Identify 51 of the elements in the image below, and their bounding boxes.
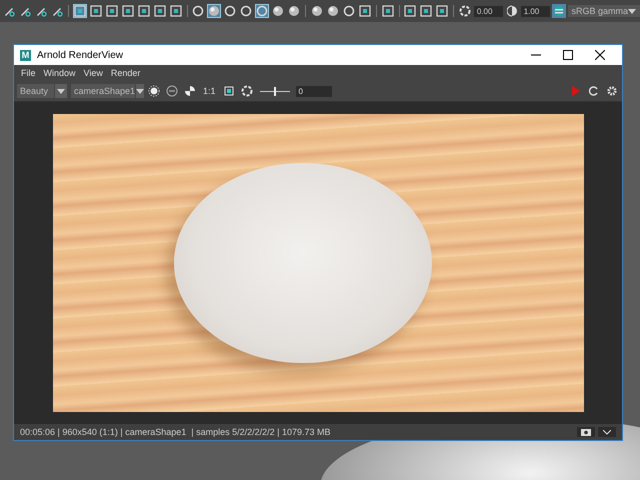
circle-icon[interactable]	[191, 4, 206, 18]
crop-icon[interactable]	[222, 84, 236, 98]
square-icon[interactable]	[152, 4, 167, 18]
circle-icon[interactable]	[255, 4, 270, 18]
slider-thumb[interactable]	[274, 86, 276, 96]
square-icon[interactable]	[168, 4, 183, 18]
chevron-icon[interactable]	[598, 427, 616, 437]
window-title: Arnold RenderView	[37, 50, 123, 60]
caret-icon	[136, 88, 144, 94]
circle-icon[interactable]	[342, 4, 356, 18]
circle-icon[interactable]	[223, 4, 238, 18]
caret-icon	[57, 88, 65, 94]
status-text: 00:05:06 | 960x540 (1:1) | cameraShape1 | samples 5/2/2/2/2/2 | 1079.73 MB	[20, 427, 331, 437]
render-region-icon[interactable]	[147, 84, 161, 98]
square-icon[interactable]	[120, 4, 135, 18]
square-icon[interactable]	[136, 4, 151, 18]
color-space-dropdown[interactable]: sRGB gamma	[568, 5, 640, 17]
square-icon[interactable]	[88, 4, 103, 18]
aov-dropdown[interactable]: Beauty	[17, 84, 67, 98]
pinwheel-icon[interactable]	[183, 84, 197, 98]
gamma-field[interactable]: 1.00	[520, 6, 550, 16]
gain-field[interactable]: 0.00	[474, 6, 503, 16]
app-logo: M	[20, 50, 31, 60]
sphere-icon[interactable]	[271, 4, 286, 18]
menu-item[interactable]: Render	[110, 68, 140, 78]
sphere-icon[interactable]	[287, 4, 302, 18]
camera-icon[interactable]	[577, 427, 595, 437]
square-icon[interactable]	[435, 4, 450, 18]
square-icon[interactable]	[419, 4, 434, 18]
square-icon[interactable]	[358, 4, 372, 18]
contrast-icon[interactable]	[504, 4, 519, 18]
ratio-button[interactable]: 1:1	[201, 86, 218, 96]
sphere-icon[interactable]	[326, 4, 340, 18]
square-icon[interactable]	[380, 4, 395, 18]
camera-dropdown[interactable]: cameraShape1	[71, 84, 143, 98]
square-icon[interactable]	[104, 4, 119, 18]
square-icon[interactable]	[72, 4, 87, 18]
caret-icon	[628, 8, 636, 14]
menu-item[interactable]: View	[84, 68, 103, 78]
circle-icon[interactable]	[165, 84, 179, 98]
circle-icon[interactable]	[239, 4, 254, 18]
menu-item[interactable]: Window	[44, 68, 76, 78]
exposure-field[interactable]: 0	[296, 86, 332, 96]
square-icon[interactable]	[403, 4, 418, 18]
exposure-icon[interactable]	[240, 84, 254, 98]
menu-item[interactable]: File	[21, 68, 36, 78]
sphere-icon[interactable]	[310, 4, 324, 18]
settings-icon[interactable]	[605, 84, 619, 98]
aperture-icon[interactable]	[458, 4, 472, 18]
sphere-icon[interactable]	[207, 4, 222, 18]
color-management-icon[interactable]	[552, 4, 566, 18]
